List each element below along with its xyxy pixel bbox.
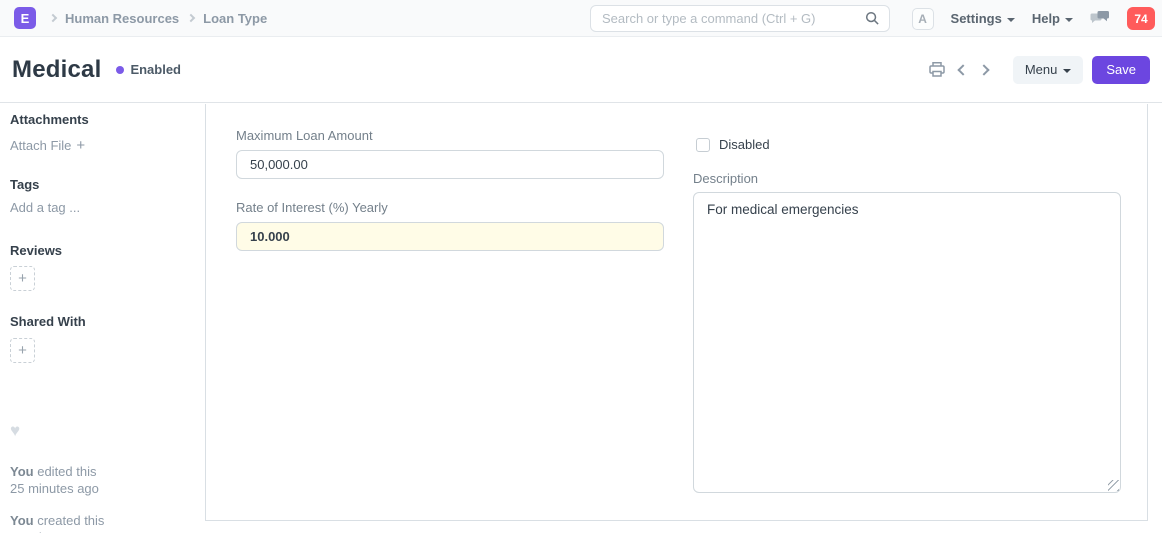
rate-of-interest-label: Rate of Interest (%) Yearly bbox=[236, 200, 664, 215]
chat-icon[interactable] bbox=[1090, 10, 1110, 28]
breadcrumb-human-resources[interactable]: Human Resources bbox=[65, 11, 179, 26]
plus-icon: + bbox=[18, 270, 27, 287]
form-column-left: Maximum Loan Amount Rate of Interest (%)… bbox=[236, 104, 664, 251]
maximum-loan-amount-label: Maximum Loan Amount bbox=[236, 128, 664, 143]
activity-who: You bbox=[10, 513, 34, 528]
like-heart-icon[interactable]: ♥ bbox=[10, 421, 191, 441]
plus-icon: + bbox=[18, 342, 27, 359]
breadcrumb-chevron-icon bbox=[49, 14, 57, 22]
previous-document-button[interactable] bbox=[957, 64, 969, 76]
status-badge: Enabled bbox=[130, 62, 181, 77]
disabled-checkbox-label: Disabled bbox=[719, 137, 770, 152]
add-review-button[interactable]: + bbox=[10, 266, 35, 291]
description-label: Description bbox=[693, 171, 1121, 186]
tags-heading: Tags bbox=[10, 177, 191, 192]
chevron-down-icon bbox=[1063, 69, 1071, 73]
activity-when: 25 minutes ago bbox=[10, 529, 191, 533]
breadcrumb-chevron-icon bbox=[187, 14, 195, 22]
navbar: E Human Resources Loan Type A Settings H… bbox=[0, 0, 1162, 37]
reviews-heading: Reviews bbox=[10, 243, 191, 258]
chevron-down-icon bbox=[1007, 18, 1015, 22]
page-head: Medical Enabled Menu Save bbox=[0, 37, 1162, 103]
global-search bbox=[590, 5, 890, 32]
maximum-loan-amount-input[interactable] bbox=[236, 150, 664, 179]
chevron-left-icon bbox=[957, 64, 968, 75]
help-menu[interactable]: Help bbox=[1032, 11, 1073, 26]
activity-when: 25 minutes ago bbox=[10, 480, 191, 497]
status-dot bbox=[116, 66, 124, 74]
menu-button[interactable]: Menu bbox=[1013, 56, 1084, 84]
activity-action: created this bbox=[37, 513, 104, 528]
print-button[interactable] bbox=[926, 59, 948, 80]
settings-label: Settings bbox=[951, 11, 1002, 26]
next-document-button[interactable] bbox=[978, 64, 990, 76]
activity-created[interactable]: You created this 25 minutes ago bbox=[10, 512, 191, 533]
user-avatar[interactable]: A bbox=[912, 8, 934, 30]
chevron-down-icon bbox=[1065, 18, 1073, 22]
form-body: Maximum Loan Amount Rate of Interest (%)… bbox=[205, 104, 1148, 521]
activity-edited[interactable]: You edited this 25 minutes ago bbox=[10, 463, 191, 497]
chevron-right-icon bbox=[978, 64, 989, 75]
rate-of-interest-input[interactable] bbox=[236, 222, 664, 251]
attach-file-button[interactable]: Attach File + bbox=[10, 137, 191, 154]
description-textarea[interactable]: For medical emergencies bbox=[693, 192, 1121, 493]
attach-file-label: Attach File bbox=[10, 138, 71, 153]
activity-who: You bbox=[10, 464, 34, 479]
attachments-heading: Attachments bbox=[10, 112, 191, 127]
breadcrumb-loan-type[interactable]: Loan Type bbox=[203, 11, 267, 26]
help-label: Help bbox=[1032, 11, 1060, 26]
disabled-checkbox-row[interactable]: Disabled bbox=[693, 137, 1121, 152]
share-button[interactable]: + bbox=[10, 338, 35, 363]
description-field: For medical emergencies bbox=[693, 192, 1121, 493]
add-tag-input[interactable]: Add a tag ... bbox=[10, 200, 191, 215]
form-column-right: Disabled Description For medical emergen… bbox=[693, 104, 1121, 493]
plus-icon: + bbox=[76, 137, 85, 154]
menu-button-label: Menu bbox=[1025, 62, 1058, 77]
notification-badge[interactable]: 74 bbox=[1127, 7, 1155, 30]
search-input[interactable] bbox=[602, 11, 865, 26]
shared-with-heading: Shared With bbox=[10, 314, 191, 329]
activity-action: edited this bbox=[37, 464, 96, 479]
printer-icon bbox=[928, 61, 946, 78]
app-logo[interactable]: E bbox=[14, 7, 36, 29]
search-icon bbox=[865, 11, 880, 26]
disabled-checkbox[interactable] bbox=[696, 138, 710, 152]
settings-menu[interactable]: Settings bbox=[951, 11, 1015, 26]
save-button[interactable]: Save bbox=[1092, 56, 1150, 84]
page-title: Medical bbox=[12, 56, 101, 84]
form-sidebar: Attachments Attach File + Tags Add a tag… bbox=[0, 104, 205, 533]
